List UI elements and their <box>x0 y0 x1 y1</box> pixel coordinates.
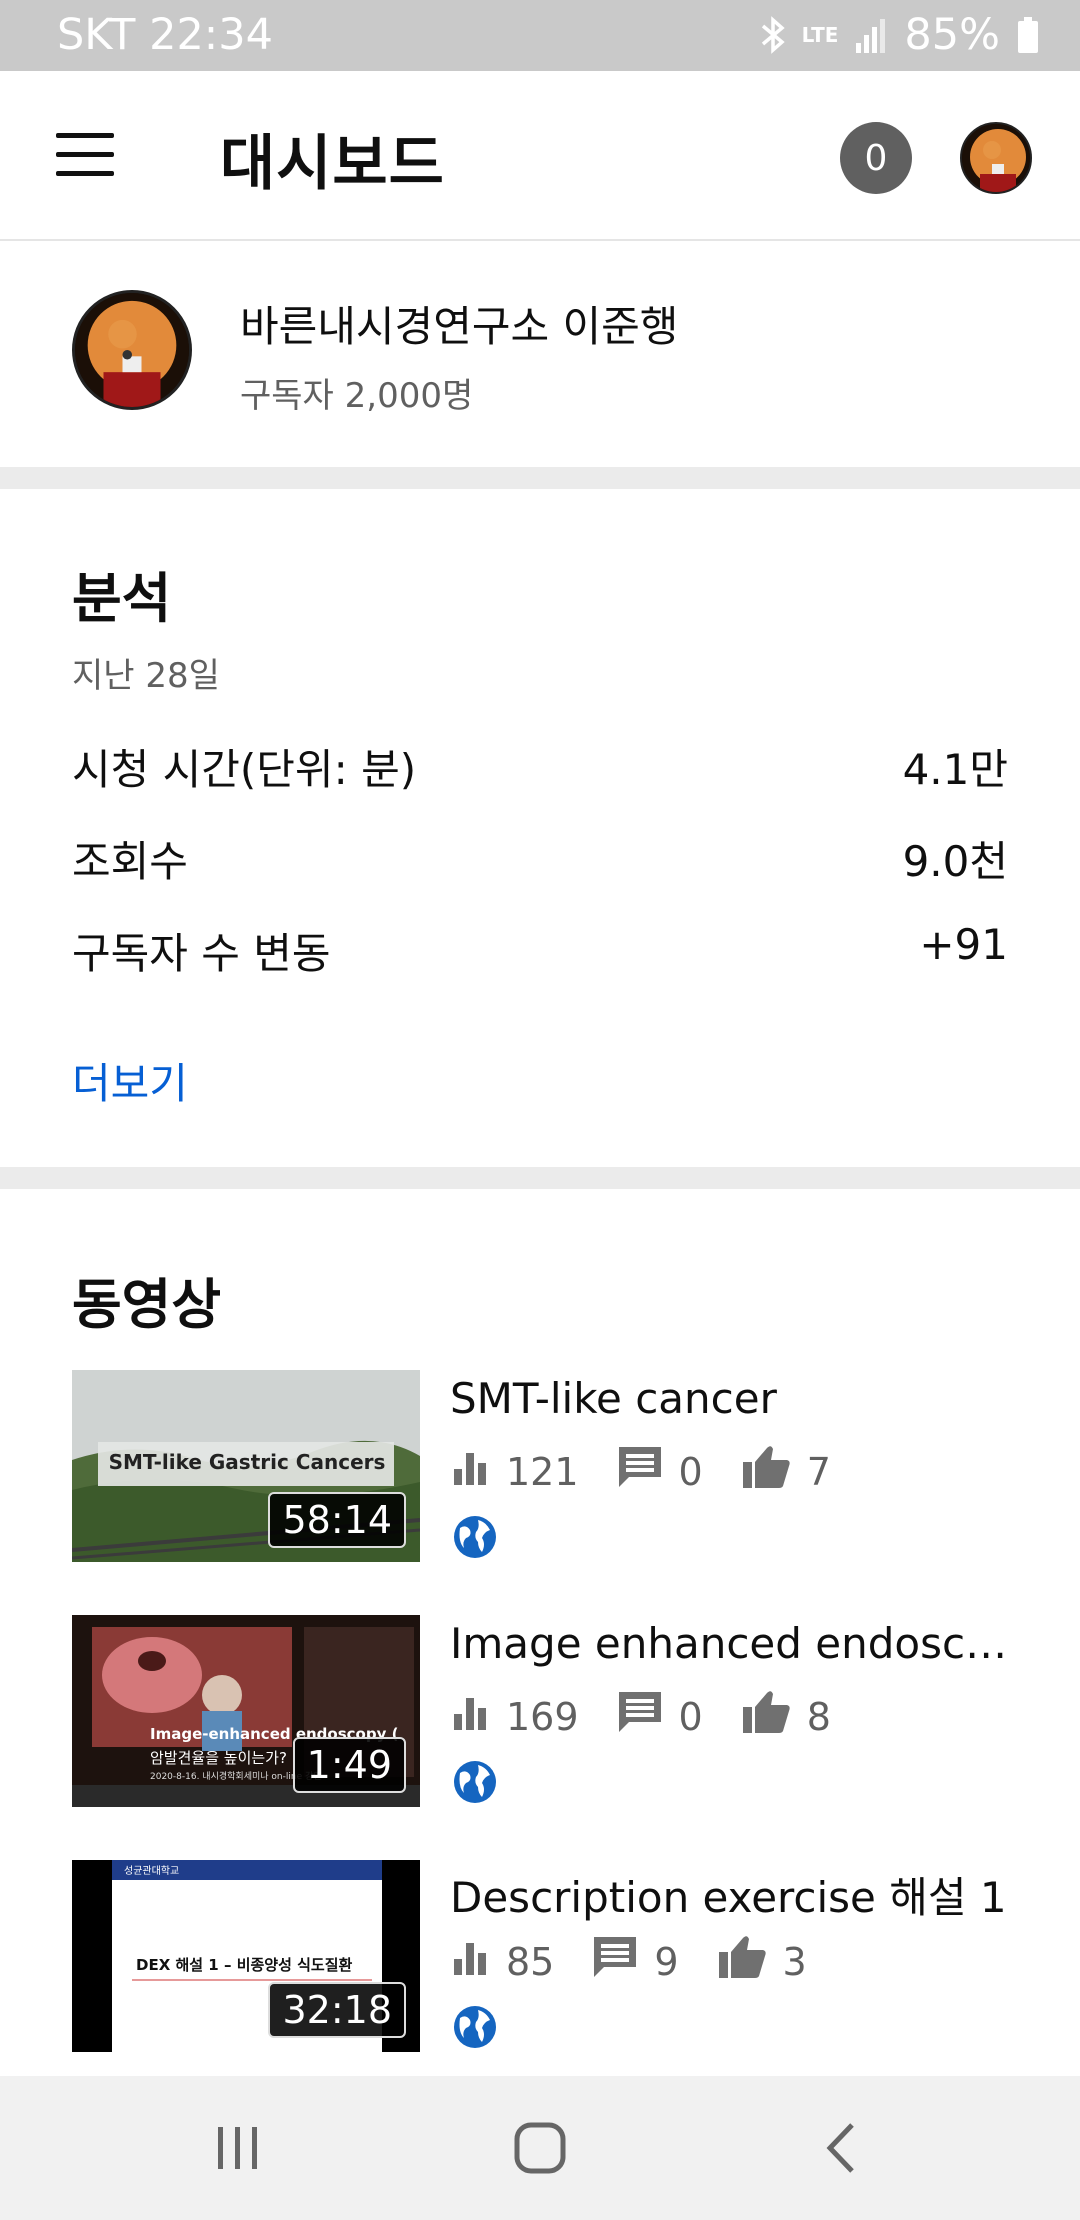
views-icon <box>450 1937 490 1986</box>
analytics-period: 지난 28일 <box>72 656 220 696</box>
back-icon[interactable] <box>802 2118 882 2178</box>
video-thumbnail[interactable]: 성균관대학교 DEX 해설 1 – 비종양성 식도질환 32:18 <box>72 1860 420 2052</box>
section-divider <box>0 1167 1080 1189</box>
comment-icon <box>617 1445 663 1498</box>
page-title: 대시보드 <box>220 129 445 199</box>
comment-count: 0 <box>678 1449 703 1494</box>
video-title: Image enhanced endosco... <box>450 1619 1020 1668</box>
metric-value: 9.0천 <box>902 837 1008 886</box>
thumbnail-header: 성균관대학교 <box>124 1866 180 1877</box>
thumbs-up-icon <box>717 1934 767 1989</box>
analytics-title: 분석 <box>72 567 172 630</box>
system-navigation-bar <box>0 2076 1080 2220</box>
notification-count: 0 <box>864 137 888 179</box>
channel-name: 바른내시경연구소 이준행 <box>240 302 679 351</box>
video-duration: 58:14 <box>268 1492 406 1548</box>
view-count: 121 <box>506 1449 579 1494</box>
views-icon <box>450 1692 490 1741</box>
globe-icon <box>452 1759 498 1805</box>
status-bar: SKT 22:34 LTE 85% <box>0 0 1080 71</box>
comment-count: 0 <box>678 1694 703 1739</box>
views-icon <box>450 1447 490 1496</box>
metric-label: 조회수 <box>72 837 188 886</box>
comment-count: 9 <box>654 1939 679 1984</box>
notifications-button[interactable]: 0 <box>840 122 912 194</box>
subscriber-count: 구독자 2,000명 <box>240 376 474 416</box>
recent-apps-icon[interactable] <box>198 2118 278 2178</box>
app-bar: 대시보드 0 <box>0 71 1080 241</box>
view-count: 85 <box>506 1939 555 1984</box>
metric-subscriber-change: 구독자 수 변동 +91 <box>72 920 1008 980</box>
like-count: 3 <box>782 1939 807 1984</box>
signal-icon <box>854 15 888 55</box>
video-stats: 121 0 7 <box>450 1444 869 1499</box>
metric-label: 시청 시간(단위: 분) <box>72 745 417 794</box>
channel-card[interactable]: 바른내시경연구소 이준행 구독자 2,000명 <box>0 241 1080 467</box>
metric-value: +91 <box>919 920 1008 969</box>
thumbnail-text: DEX 해설 1 – 비종양성 식도질환 <box>136 1956 353 1974</box>
home-icon[interactable] <box>500 2118 580 2178</box>
video-stats: 169 0 8 <box>450 1689 869 1744</box>
metric-watch-time: 시청 시간(단위: 분) 4.1만 <box>72 736 1008 796</box>
network-type: LTE <box>801 23 839 47</box>
video-thumbnail[interactable]: SMT-like Gastric Cancers 58:14 <box>72 1370 420 1562</box>
thumbs-up-icon <box>741 1689 791 1744</box>
globe-icon <box>452 2004 498 2050</box>
comment-icon <box>617 1690 663 1743</box>
account-avatar[interactable] <box>960 122 1032 194</box>
video-item[interactable]: 성균관대학교 DEX 해설 1 – 비종양성 식도질환 32:18 Descri… <box>72 1860 1020 2052</box>
metric-label: 구독자 수 변동 <box>72 929 331 978</box>
globe-icon <box>452 1514 498 1560</box>
carrier-time: SKT 22:34 <box>57 10 274 60</box>
video-duration: 32:18 <box>268 1982 406 2038</box>
video-stats: 85 9 3 <box>450 1934 845 1989</box>
like-count: 7 <box>806 1449 831 1494</box>
videos-title: 동영상 <box>72 1273 222 1336</box>
video-title: Description exercise 해설 1 <box>450 1873 1007 1922</box>
comment-icon <box>592 1935 638 1988</box>
more-analytics-link[interactable]: 더보기 <box>72 1050 188 1111</box>
video-item[interactable]: SMT-like Gastric Cancers 58:14 SMT-like … <box>72 1370 1020 1562</box>
video-title: SMT-like cancer <box>450 1374 777 1423</box>
video-thumbnail[interactable]: Image-enhanced endoscopy ( 암발견율을 높이는가? 2… <box>72 1615 420 1807</box>
battery-icon <box>1016 15 1040 55</box>
view-count: 169 <box>506 1694 579 1739</box>
channel-avatar <box>72 290 192 410</box>
hamburger-menu-icon[interactable] <box>56 133 114 177</box>
lte-icon: LTE <box>801 23 839 47</box>
thumbs-up-icon <box>741 1444 791 1499</box>
metric-value: 4.1만 <box>902 745 1008 794</box>
thumbnail-text: SMT-like Gastric Cancers <box>108 1450 386 1474</box>
metric-views: 조회수 9.0천 <box>72 828 1008 888</box>
status-icons: LTE 85% <box>760 10 1040 60</box>
like-count: 8 <box>806 1694 831 1739</box>
battery-level: 85% <box>904 10 1000 60</box>
bluetooth-icon <box>760 15 786 55</box>
video-item[interactable]: Image-enhanced endoscopy ( 암발견율을 높이는가? 2… <box>72 1615 1020 1807</box>
video-duration: 1:49 <box>292 1737 406 1793</box>
section-divider <box>0 467 1080 489</box>
